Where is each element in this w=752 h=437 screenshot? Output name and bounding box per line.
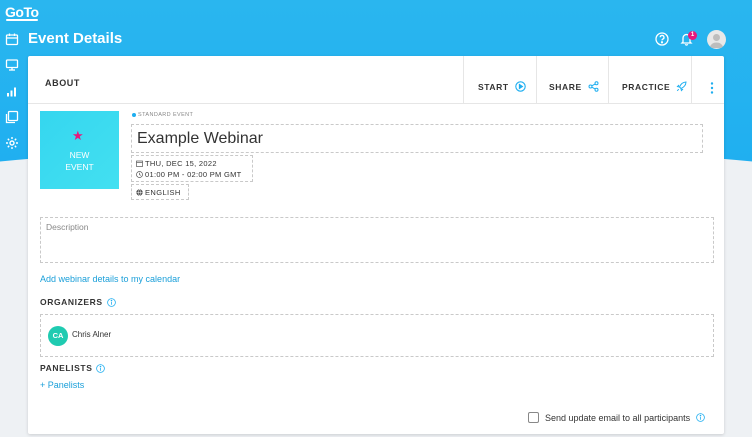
share-label: SHARE <box>549 81 582 92</box>
more-options-icon[interactable] <box>708 81 716 95</box>
panelists-header: PANELISTS <box>40 363 106 373</box>
monitor-icon[interactable] <box>5 58 19 72</box>
page-title: Event Details <box>28 30 123 47</box>
start-button[interactable]: START <box>478 81 526 92</box>
toolbar-divider <box>691 56 692 103</box>
calendar-small-icon <box>136 160 143 167</box>
help-icon[interactable] <box>655 32 669 46</box>
share-button[interactable]: SHARE <box>549 81 599 92</box>
event-time: 01:00 PM - 02:00 PM GMT <box>145 170 242 179</box>
date-row: THU, DEC 15, 2022 <box>136 158 248 169</box>
event-details-card: ABOUT START SHARE PRACTICE ★ NEW EVENT S… <box>28 56 724 434</box>
info-icon[interactable] <box>96 363 106 373</box>
event-thumbnail[interactable]: ★ NEW EVENT <box>40 111 119 189</box>
logo-underline <box>6 19 38 21</box>
thumbnail-line-2: EVENT <box>65 162 94 172</box>
rocket-icon <box>676 81 687 92</box>
organizers-header: ORGANIZERS <box>40 297 116 307</box>
toolbar-divider <box>608 56 609 103</box>
share-icon <box>588 81 599 92</box>
date-time-field[interactable]: THU, DEC 15, 2022 01:00 PM - 02:00 PM GM… <box>131 155 253 182</box>
info-icon[interactable] <box>106 297 116 307</box>
recordings-icon[interactable] <box>5 110 19 124</box>
globe-icon <box>136 189 143 196</box>
send-update-row: Send update email to all participants <box>528 412 705 423</box>
toolbar-divider <box>536 56 537 103</box>
organizers-list: CA Chris Alner <box>40 314 714 357</box>
organizer-avatar: CA <box>48 326 68 346</box>
user-avatar[interactable] <box>707 30 726 49</box>
goto-logo[interactable]: GoTo <box>5 4 39 20</box>
description-field[interactable]: Description <box>40 217 714 263</box>
organizers-label: ORGANIZERS <box>40 297 103 307</box>
play-circle-icon <box>514 81 526 92</box>
calendar-icon[interactable] <box>5 32 19 46</box>
practice-label: PRACTICE <box>622 81 671 92</box>
add-panelists-button[interactable]: + Panelists <box>40 380 84 390</box>
practice-button[interactable]: PRACTICE <box>622 81 687 92</box>
event-language: ENGLISH <box>145 188 181 197</box>
send-update-checkbox[interactable] <box>528 412 539 423</box>
add-to-calendar-link[interactable]: Add webinar details to my calendar <box>40 274 180 284</box>
info-icon[interactable] <box>696 413 705 422</box>
thumbnail-text: NEW EVENT <box>40 149 119 173</box>
event-title-field[interactable]: Example Webinar <box>131 124 703 153</box>
language-field[interactable]: ENGLISH <box>131 184 189 200</box>
card-toolbar: ABOUT START SHARE PRACTICE <box>28 56 724 104</box>
star-icon: ★ <box>72 128 84 143</box>
send-update-label: Send update email to all participants <box>545 412 691 423</box>
time-row: 01:00 PM - 02:00 PM GMT <box>136 169 248 180</box>
organizer-name: Chris Alner <box>72 330 112 339</box>
event-type-text: STANDARD EVENT <box>138 112 194 118</box>
analytics-icon[interactable] <box>5 84 19 98</box>
event-date: THU, DEC 15, 2022 <box>145 159 217 168</box>
clock-icon <box>136 171 143 178</box>
tab-about[interactable]: ABOUT <box>45 78 80 88</box>
start-label: START <box>478 81 509 92</box>
event-type-dot-icon <box>132 112 136 117</box>
notification-badge: 1 <box>688 31 697 40</box>
settings-icon[interactable] <box>5 136 19 150</box>
toolbar-divider <box>463 56 464 103</box>
thumbnail-line-1: NEW <box>69 150 90 160</box>
user-icon <box>709 34 724 48</box>
panelists-label: PANELISTS <box>40 363 93 373</box>
event-type-label: STANDARD EVENT <box>132 112 193 118</box>
